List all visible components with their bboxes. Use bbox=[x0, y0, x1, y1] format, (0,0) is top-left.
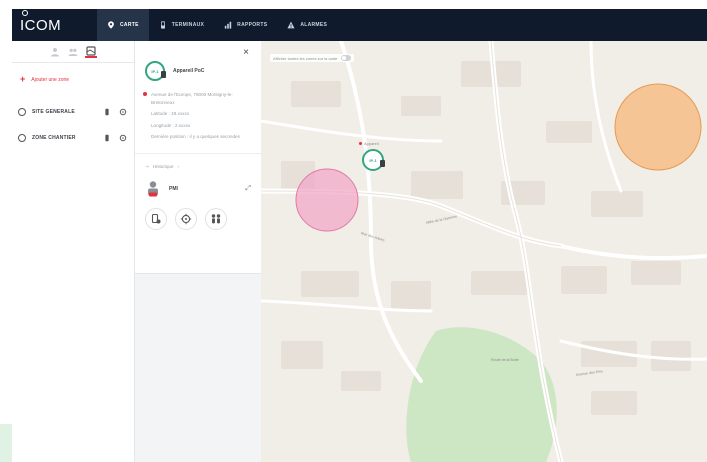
tab-alarms[interactable]: ALARMES bbox=[277, 9, 337, 41]
history-label: Historique bbox=[152, 164, 174, 169]
park-area bbox=[406, 327, 557, 462]
device-card: × IP-1 Appareil PoC Avenue de l'Europe, … bbox=[135, 41, 261, 274]
tab-map[interactable]: CARTE bbox=[97, 9, 149, 41]
zones-sidebar: + Ajouter une zone SITE GENERALE ZONE CH… bbox=[12, 41, 135, 462]
tab-map-label: CARTE bbox=[120, 22, 139, 28]
zone-map-icon bbox=[86, 45, 96, 56]
device-icon[interactable] bbox=[102, 107, 112, 117]
people-icon bbox=[211, 213, 221, 223]
location-pin-icon bbox=[143, 92, 147, 96]
target-icon[interactable] bbox=[118, 107, 128, 117]
zone-item[interactable]: ZONE CHANTIER bbox=[12, 130, 134, 146]
device-last-position: Dernière position : il y a quelques seco… bbox=[151, 134, 240, 139]
device-icon[interactable] bbox=[102, 133, 112, 143]
pmi-label: PMI bbox=[169, 185, 178, 192]
tab-devices-label: TERMINAUX bbox=[171, 22, 205, 28]
zone-radio[interactable] bbox=[18, 108, 26, 116]
device-longitude: Longitude : 2.xxxxx bbox=[151, 122, 191, 128]
device-latitude: Latitude : 48.xxxxx bbox=[151, 111, 190, 116]
history-link[interactable]: ⇢ Historique › bbox=[145, 164, 251, 170]
center-map-button[interactable] bbox=[175, 207, 197, 230]
marker-tag-label: Appareil bbox=[364, 141, 379, 146]
locate-device-button[interactable] bbox=[145, 207, 167, 230]
chart-icon bbox=[224, 21, 232, 29]
group-call-button[interactable] bbox=[205, 207, 227, 230]
history-icon: ⇢ bbox=[145, 163, 149, 169]
device-location-info: Avenue de l'Europe, 78000 Montigny-le-Br… bbox=[143, 91, 251, 141]
radio-icon bbox=[161, 71, 166, 78]
alert-dot-icon bbox=[359, 142, 362, 145]
target-icon[interactable] bbox=[118, 133, 128, 143]
close-icon[interactable]: × bbox=[243, 48, 249, 58]
pmi-row: PMI ⤢ bbox=[145, 180, 251, 198]
marker-tag: Appareil bbox=[359, 141, 379, 146]
add-zone-button[interactable]: + Ajouter une zone bbox=[12, 63, 134, 94]
device-id: IP-1 bbox=[151, 68, 159, 74]
app-logo-text: ICOM bbox=[20, 16, 62, 34]
sidebar-tabs bbox=[12, 41, 134, 63]
device-detail-panel: × IP-1 Appareil PoC Avenue de l'Europe, … bbox=[135, 41, 261, 462]
crosshair-icon bbox=[180, 213, 192, 224]
radio-icon bbox=[380, 160, 385, 167]
zone-item-name: SITE GENERALE bbox=[32, 109, 75, 115]
device-avatar: IP-1 bbox=[145, 61, 166, 81]
sidebar-tab-group[interactable] bbox=[67, 46, 79, 58]
device-icon bbox=[160, 21, 165, 29]
map-view[interactable]: Afficher toutes les zones sur la carte A… bbox=[261, 41, 707, 462]
show-zones-label: Afficher toutes les zones sur la carte bbox=[273, 55, 338, 61]
sidebar-tab-zones[interactable] bbox=[85, 45, 97, 58]
top-navigation-bar: ICOM CARTE TERMINAUX RAPPORTS ALARMES bbox=[12, 9, 707, 41]
map-pin-icon bbox=[108, 21, 114, 29]
user-icon bbox=[51, 47, 59, 56]
tab-reports-label: RAPPORTS bbox=[237, 22, 268, 28]
add-zone-label: Ajouter une zone bbox=[31, 76, 70, 83]
device-actions bbox=[145, 207, 251, 230]
device-address: Avenue de l'Europe, 78000 Montigny-le-Br… bbox=[151, 92, 233, 105]
chevron-right-icon: › bbox=[177, 164, 180, 169]
phone-pin-icon bbox=[151, 213, 161, 223]
map-canvas[interactable] bbox=[261, 41, 707, 462]
device-header: IP-1 Appareil PoC bbox=[145, 61, 251, 81]
tab-devices[interactable]: TERMINAUX bbox=[149, 9, 214, 41]
zone-item[interactable]: SITE GENERALE bbox=[12, 104, 134, 120]
device-name: Appareil PoC bbox=[173, 68, 205, 74]
logo-ring-icon bbox=[22, 9, 28, 16]
device-marker[interactable]: IP-1 bbox=[362, 149, 385, 171]
zone-radio[interactable] bbox=[18, 134, 26, 142]
pink-zone bbox=[295, 168, 359, 232]
toggle-switch[interactable] bbox=[341, 55, 352, 61]
corner-decoration bbox=[0, 424, 12, 462]
group-icon bbox=[68, 48, 78, 56]
divider bbox=[135, 152, 261, 154]
plus-icon: + bbox=[20, 74, 26, 84]
expand-icon[interactable]: ⤢ bbox=[245, 185, 251, 193]
tab-alarms-label: ALARMES bbox=[300, 22, 328, 28]
tab-reports[interactable]: RAPPORTS bbox=[214, 9, 277, 41]
alarm-icon bbox=[287, 21, 295, 29]
street-label: Route de la Butte bbox=[491, 358, 519, 362]
sidebar-tab-user[interactable] bbox=[49, 46, 61, 58]
show-zones-toggle[interactable]: Afficher toutes les zones sur la carte bbox=[270, 54, 355, 62]
marker-id: IP-1 bbox=[369, 157, 377, 163]
zone-item-name: ZONE CHANTIER bbox=[32, 135, 76, 141]
orange-zone bbox=[614, 83, 702, 171]
app-logo[interactable]: ICOM bbox=[12, 9, 97, 34]
worker-icon bbox=[145, 180, 161, 198]
